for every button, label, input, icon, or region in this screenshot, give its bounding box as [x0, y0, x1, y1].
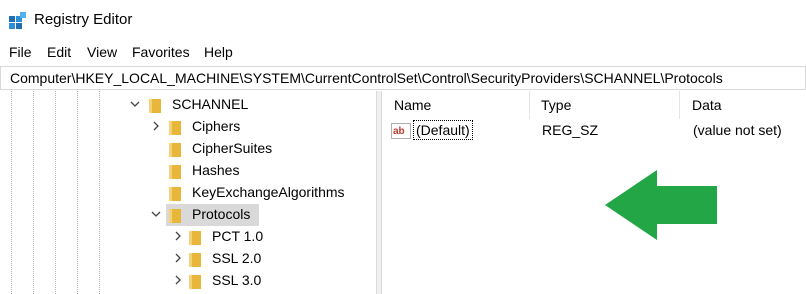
address-path[interactable]: Computer\HKEY_LOCAL_MACHINE\SYSTEM\Curre… [10, 70, 723, 86]
tree-item-label: Ciphers [192, 118, 241, 134]
chevron-right-icon[interactable] [150, 119, 162, 133]
folder-icon [169, 165, 181, 179]
folder-icon [149, 99, 161, 113]
folder-icon [189, 253, 201, 267]
chevron-down-icon[interactable] [129, 97, 141, 111]
tree-item-label: SSL 2.0 [212, 250, 262, 266]
column-separator[interactable] [529, 91, 530, 119]
menu-favorites[interactable]: Favorites [132, 44, 190, 60]
value-data: (value not set) [693, 122, 782, 138]
tree-item-label: Hashes [192, 162, 240, 178]
menu-edit[interactable]: Edit [47, 44, 71, 60]
chevron-down-icon[interactable] [150, 207, 162, 221]
menu-view[interactable]: View [87, 44, 117, 60]
column-separator[interactable] [679, 91, 680, 119]
tree-item-label: SCHANNEL [172, 96, 249, 112]
column-header-name[interactable]: Name [394, 97, 431, 113]
menu-bar: File Edit View Favorites Help [0, 40, 806, 64]
folder-icon [189, 275, 201, 289]
title-bar: Registry Editor [0, 0, 806, 40]
menu-help[interactable]: Help [204, 44, 233, 60]
column-header-type[interactable]: Type [541, 97, 571, 113]
tree-item-ciphersuites[interactable]: CipherSuites [146, 138, 286, 160]
pane-splitter[interactable] [376, 91, 382, 294]
value-row[interactable]: ab (Default) REG_SZ (value not set) [389, 120, 799, 142]
tree-item-schannel[interactable]: SCHANNEL [125, 94, 255, 116]
tree-item-pct-1-0[interactable]: PCT 1.0 [168, 226, 268, 248]
folder-icon [169, 209, 181, 223]
tree-item-protocols[interactable]: Protocols [146, 204, 259, 226]
svg-text:ab: ab [393, 126, 405, 137]
tree-item-hashes[interactable]: Hashes [146, 160, 256, 182]
folder-icon [169, 143, 181, 157]
tree-item-label: CipherSuites [192, 140, 273, 156]
tree-item-keyexchangealgorithms[interactable]: KeyExchangeAlgorithms [146, 182, 361, 204]
string-value-icon: ab [391, 123, 411, 139]
column-header-data[interactable]: Data [692, 97, 722, 113]
address-bar[interactable]: Computer\HKEY_LOCAL_MACHINE\SYSTEM\Curre… [0, 66, 806, 90]
tree-guide-line [33, 91, 34, 294]
tree-item-label: SSL 3.0 [212, 272, 262, 288]
menu-file[interactable]: File [9, 44, 32, 60]
value-name[interactable]: (Default) [413, 120, 473, 140]
value-type: REG_SZ [542, 122, 599, 138]
chevron-right-icon[interactable] [172, 251, 184, 265]
arrow-left-icon [605, 170, 717, 240]
chevron-right-icon[interactable] [172, 229, 184, 243]
tree-item-label: KeyExchangeAlgorithms [192, 184, 345, 200]
tree-guide-line [11, 91, 12, 294]
tree-guide-line [55, 91, 56, 294]
tree-item-ssl-2-0[interactable]: SSL 2.0 [168, 248, 268, 270]
folder-icon [169, 121, 181, 135]
tree-guide-line [77, 91, 78, 294]
tree-guide-line [99, 91, 100, 294]
values-list[interactable]: Name Type Data ab (Default) REG_SZ (valu… [383, 91, 806, 294]
folder-icon [189, 231, 201, 245]
folder-icon [169, 187, 181, 201]
chevron-right-icon[interactable] [172, 273, 184, 287]
tree-item-ssl-3-0[interactable]: SSL 3.0 [168, 270, 268, 292]
tree-item-ciphers[interactable]: Ciphers [146, 116, 266, 138]
regedit-icon [9, 12, 26, 29]
tree-item-label: Protocols [192, 206, 251, 222]
tree-item-label: PCT 1.0 [212, 228, 264, 244]
window-title: Registry Editor [34, 11, 133, 28]
